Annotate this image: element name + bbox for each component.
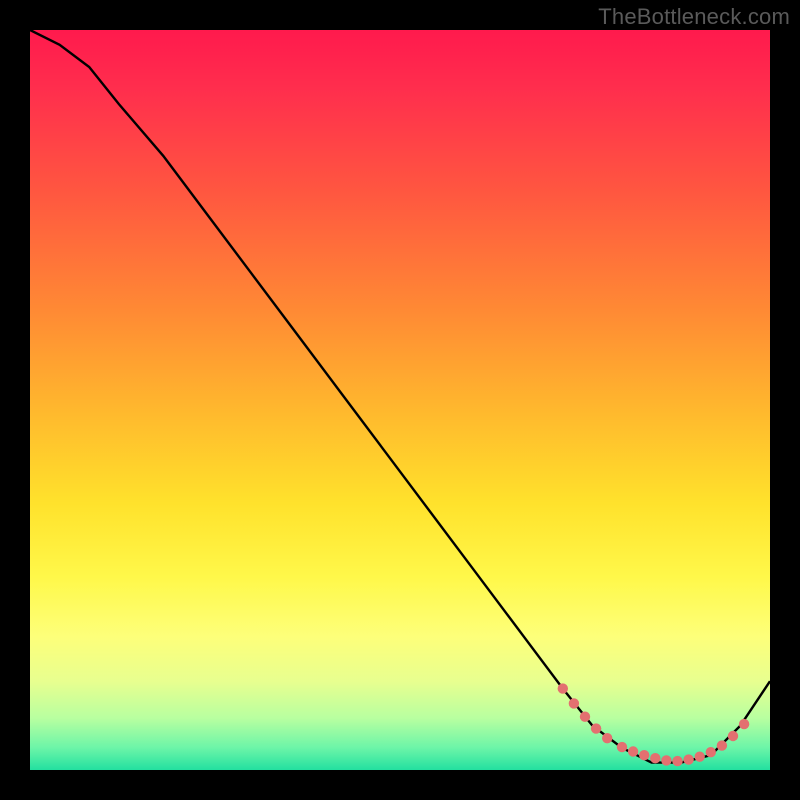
highlight-dot	[617, 742, 627, 752]
curve-line	[30, 30, 770, 763]
highlight-dot	[683, 754, 693, 764]
highlight-dot	[591, 723, 601, 733]
highlight-dot	[739, 719, 749, 729]
highlight-dot	[628, 746, 638, 756]
highlight-dot	[706, 747, 716, 757]
highlight-dot	[695, 752, 705, 762]
highlight-dot	[569, 698, 579, 708]
highlight-dots	[558, 683, 750, 766]
highlight-dot	[717, 740, 727, 750]
chart-svg	[30, 30, 770, 770]
highlight-dot	[580, 712, 590, 722]
chart-frame: TheBottleneck.com	[0, 0, 800, 800]
highlight-dot	[602, 733, 612, 743]
highlight-dot	[728, 731, 738, 741]
highlight-dot	[661, 755, 671, 765]
watermark-text: TheBottleneck.com	[598, 4, 790, 30]
highlight-dot	[650, 753, 660, 763]
highlight-dot	[558, 683, 568, 693]
highlight-dot	[639, 750, 649, 760]
highlight-dot	[672, 756, 682, 766]
plot-area	[30, 30, 770, 770]
